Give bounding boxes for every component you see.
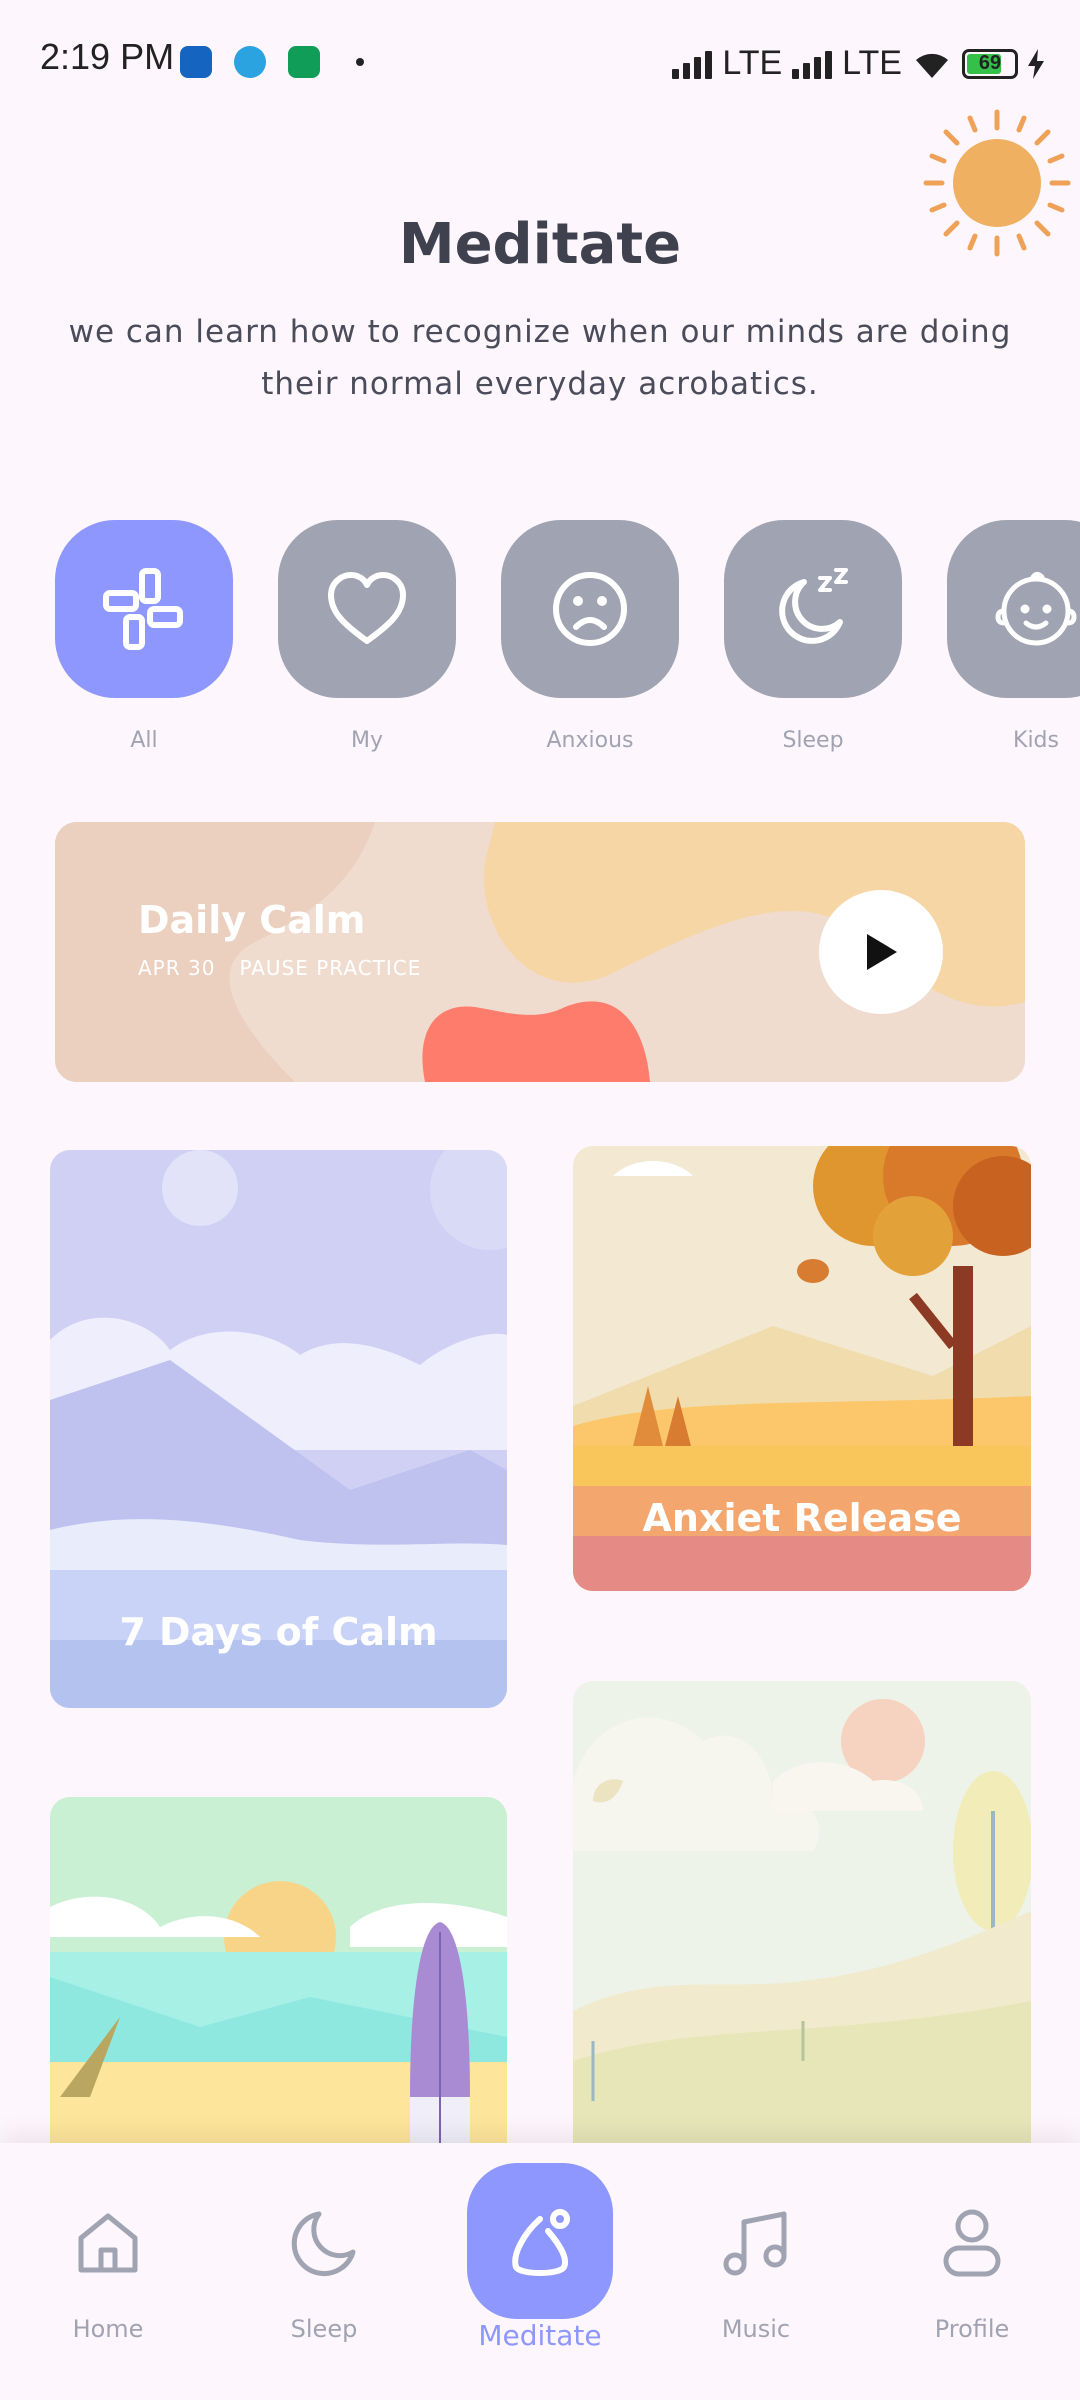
category-my-tile[interactable] (278, 520, 456, 698)
notification-icons (180, 46, 364, 78)
book-app-icon (288, 46, 320, 78)
course-card-title: Anxiet Release (642, 1496, 962, 1540)
daily-calm-title: Daily Calm (138, 898, 366, 942)
nav-label: Meditate (478, 2319, 602, 2352)
nav-label: Sleep (290, 2315, 358, 2343)
nav-profile[interactable]: Profile (892, 2143, 1052, 2400)
grid-icon (103, 568, 183, 650)
category-my[interactable]: My (278, 520, 456, 753)
nav-label: Home (72, 2315, 144, 2343)
nav-music[interactable]: Music (676, 2143, 836, 2400)
daily-calm-banner[interactable]: Daily Calm APR 30 PAUSE PRACTICE (55, 822, 1025, 1082)
category-all[interactable]: All (55, 520, 233, 753)
category-label: Anxious (546, 728, 634, 753)
signal-icon-2 (792, 49, 833, 79)
course-card-nature[interactable] (573, 1681, 1031, 2143)
category-anxious-tile[interactable] (501, 520, 679, 698)
battery-icon: 69 (962, 48, 1018, 79)
category-label: My (350, 728, 383, 753)
category-sleep[interactable]: Sleep (724, 520, 902, 753)
nature-hills-illustration (573, 1681, 1031, 2143)
category-sleep-tile[interactable] (724, 520, 902, 698)
nav-home[interactable]: Home (28, 2143, 188, 2400)
course-card-anxiet-release[interactable]: Anxiet Release (573, 1146, 1031, 1591)
app-notification-icon (180, 46, 212, 78)
status-time: 2:19 PM (40, 36, 175, 77)
play-icon (867, 934, 897, 970)
nav-label: Profile (934, 2315, 1010, 2343)
wifi-icon (916, 53, 948, 78)
profile-icon (932, 2203, 1012, 2283)
status-right: LTE LTE 69 (672, 44, 1044, 83)
category-all-tile[interactable] (55, 520, 233, 698)
course-card-title: 7 Days of Calm (119, 1610, 438, 1654)
battery-level: 69 (978, 52, 1002, 74)
signal-icon (672, 49, 713, 79)
daily-calm-type: PAUSE PRACTICE (239, 956, 422, 980)
telegram-icon (234, 46, 266, 78)
daily-calm-meta: APR 30 PAUSE PRACTICE (138, 956, 421, 980)
home-icon (68, 2203, 148, 2283)
course-card-beach[interactable] (50, 1797, 507, 2143)
category-label: All (130, 728, 158, 753)
network-type-2: LTE (842, 44, 902, 82)
meditate-icon (500, 2203, 580, 2283)
network-type-1: LTE (722, 44, 783, 82)
nav-sleep[interactable]: Sleep (244, 2143, 404, 2400)
category-anxious[interactable]: Anxious (501, 520, 679, 753)
moon-zzz-icon (779, 568, 848, 644)
page-subtitle: we can learn how to recognize when our m… (68, 314, 1012, 402)
daily-calm-date: APR 30 (138, 956, 216, 980)
charging-icon (1028, 48, 1044, 79)
moon-icon (284, 2203, 364, 2283)
sad-face-icon (553, 572, 627, 646)
baby-face-icon (995, 571, 1077, 646)
status-bar: 2:19 PM LTE LTE 69 (0, 0, 1080, 130)
play-button[interactable] (819, 890, 943, 1014)
page-title: Meditate (398, 212, 682, 277)
category-kids[interactable]: Kids (947, 520, 1080, 753)
category-kids-tile[interactable] (947, 520, 1080, 698)
music-icon (716, 2203, 796, 2283)
category-label: Sleep (782, 728, 844, 753)
nav-meditate[interactable]: Meditate (460, 2143, 620, 2400)
course-card-7-days-of-calm[interactable]: 7 Days of Calm (50, 1150, 507, 1708)
bottom-navigation: Home Sleep Meditate Music Profile (0, 2143, 1080, 2400)
heart-icon (328, 572, 406, 644)
nav-label: Music (721, 2315, 791, 2343)
more-notifications-dot (356, 58, 364, 66)
category-label: Kids (1013, 728, 1059, 753)
beach-illustration (50, 1797, 507, 2143)
